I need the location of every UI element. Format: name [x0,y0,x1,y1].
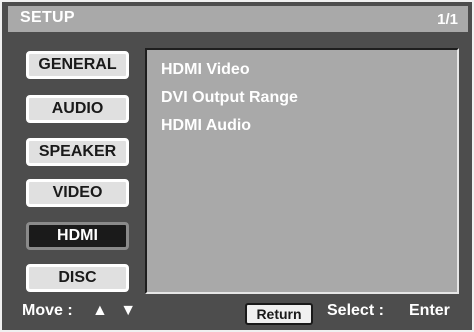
up-down-arrows-icon: ▲ ▼ [92,302,141,319]
footer-help-bar: Move : ▲ ▼ Return Select : Enter [2,300,472,326]
tab-disc[interactable]: DISC [26,264,129,292]
return-button[interactable]: Return [245,303,313,325]
menu-item-hdmi-video[interactable]: HDMI Video [161,61,250,79]
tab-video[interactable]: VIDEO [26,179,129,207]
menu-item-hdmi-audio[interactable]: HDMI Audio [161,117,251,135]
select-hint-label: Select : [327,302,384,319]
menu-item-dvi-output-range[interactable]: DVI Output Range [161,89,298,107]
select-hint-value: Enter [409,302,450,319]
page-title: SETUP [20,9,75,26]
tab-hdmi[interactable]: HDMI [26,222,129,250]
tab-speaker[interactable]: SPEAKER [26,138,129,166]
hdmi-settings-panel: HDMI Video DVI Output Range HDMI Audio [145,48,459,294]
title-bar: SETUP 1/1 [8,6,468,32]
setup-screen: SETUP 1/1 GENERAL AUDIO SPEAKER VIDEO HD… [0,0,474,332]
tab-audio[interactable]: AUDIO [26,95,129,123]
move-hint-label: Move : [22,302,73,319]
page-indicator: 1/1 [437,11,458,28]
tab-general[interactable]: GENERAL [26,51,129,79]
